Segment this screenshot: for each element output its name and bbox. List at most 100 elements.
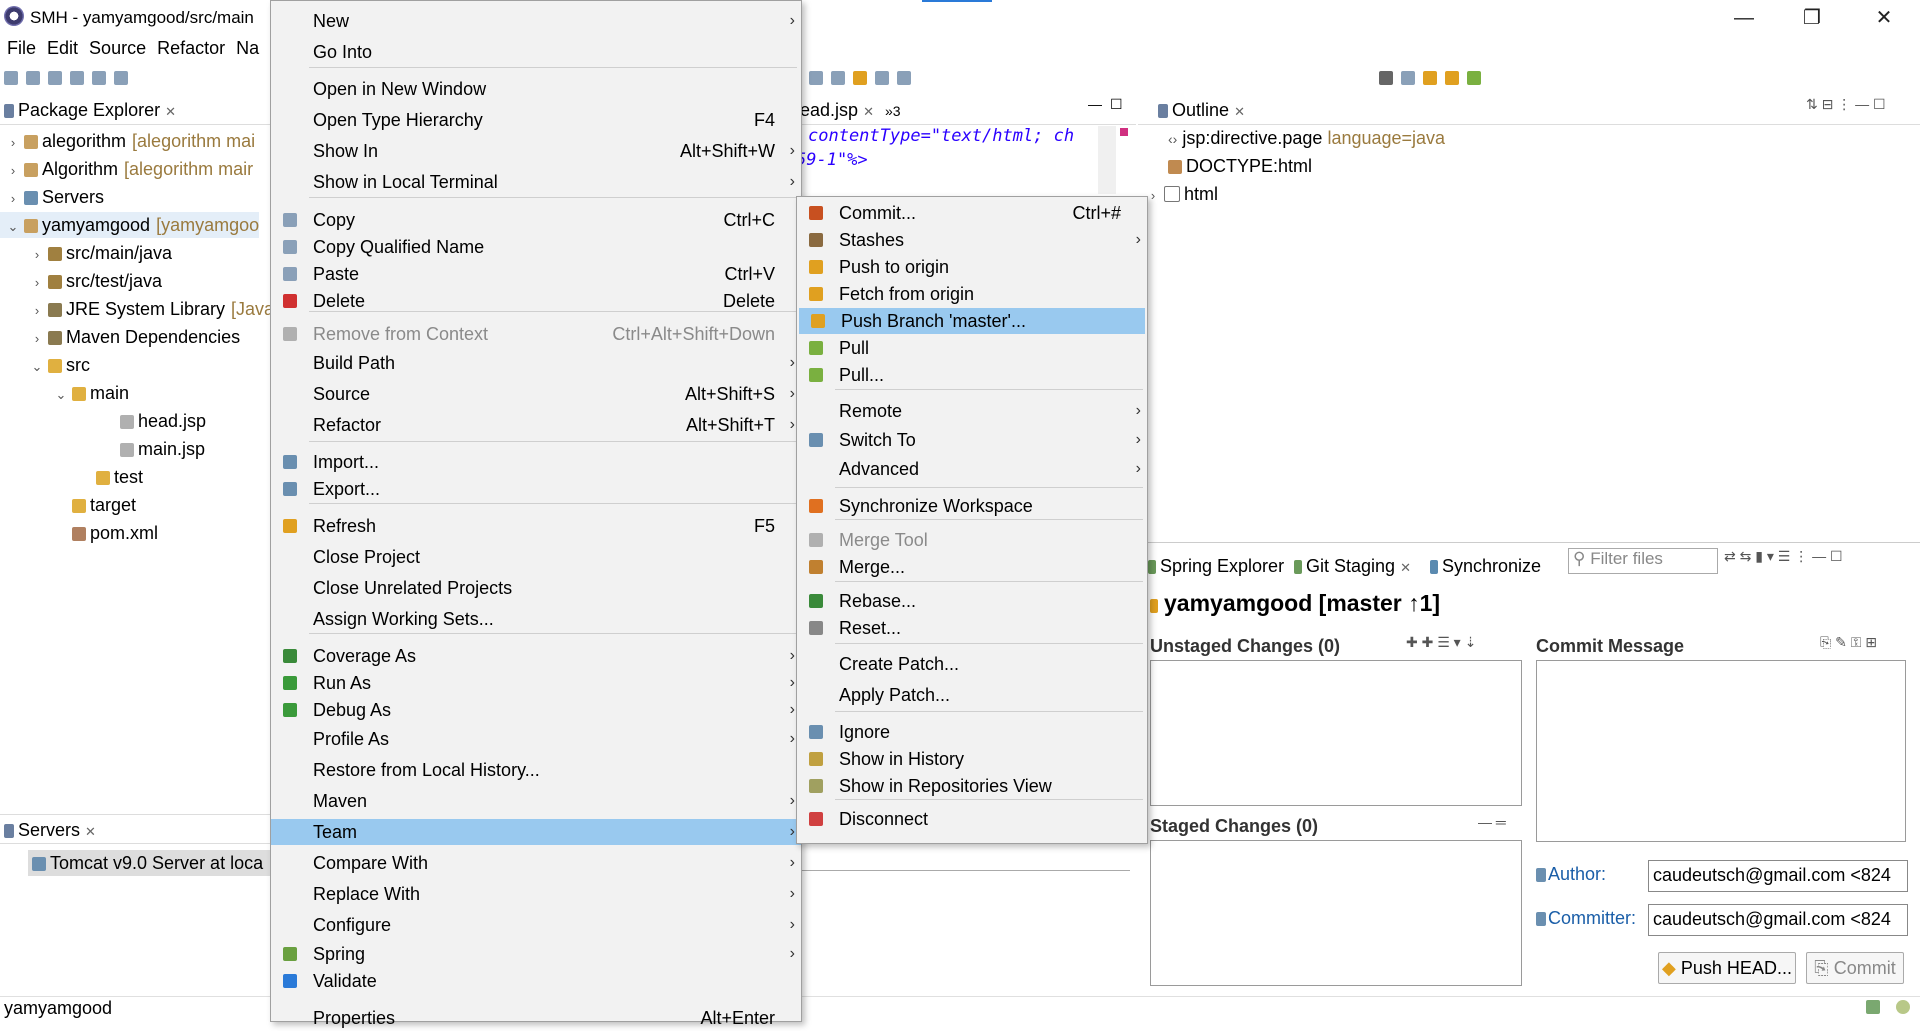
menu-item-remove-from-context[interactable]: Remove from Context Ctrl+Alt+Shift+Down (271, 321, 801, 347)
team-item-remote[interactable]: Remote › (797, 398, 1147, 424)
outline-item[interactable]: ‹› jsp:directive.page language=java (1168, 128, 1445, 149)
committer-field[interactable]: caudeutsch@gmail.com <824 (1648, 904, 1908, 936)
collapse-icon[interactable]: ⌄ (6, 214, 20, 240)
menu-file[interactable]: File (7, 38, 36, 59)
tab-outline[interactable]: Outline ✕ (1158, 100, 1245, 121)
maximize-view-icon[interactable]: ☐ (1110, 96, 1123, 113)
menu-item-source[interactable]: Source Alt+Shift+S › (271, 381, 801, 407)
debug-icon[interactable] (92, 71, 106, 85)
menu-edit[interactable]: Edit (47, 38, 78, 59)
tree-item[interactable]: › JRE System Library [Java (0, 296, 274, 322)
menu-item-spring[interactable]: Spring › (271, 941, 801, 967)
expand-icon[interactable]: › (30, 326, 44, 352)
menu-item-new[interactable]: New › (271, 8, 801, 34)
close-icon[interactable]: ✕ (165, 104, 176, 119)
tree-item[interactable]: test (0, 464, 143, 490)
tree-item[interactable]: head.jsp (0, 408, 206, 434)
tree-item[interactable]: › Maven Dependencies (0, 324, 240, 350)
menu-item-restore-from-local-history[interactable]: Restore from Local History... (271, 757, 801, 783)
tab-servers[interactable]: Servers ✕ (4, 820, 96, 841)
staged-changes-list[interactable] (1150, 840, 1522, 986)
team-item-fetch-from-origin[interactable]: Fetch from origin (797, 281, 1147, 307)
expand-icon[interactable]: › (6, 186, 20, 212)
menu-item-copy[interactable]: Copy Ctrl+C (271, 207, 801, 233)
prev-annotation-icon[interactable] (830, 71, 845, 85)
menu-item-maven[interactable]: Maven › (271, 788, 801, 814)
team-item-pull[interactable]: Pull... (797, 362, 1147, 388)
team-item-switch-to[interactable]: Switch To › (797, 427, 1147, 453)
collapse-icon[interactable]: ⌄ (54, 382, 68, 408)
team-item-advanced[interactable]: Advanced › (797, 456, 1147, 482)
menu-item-coverage-as[interactable]: Coverage As › (271, 643, 801, 669)
tab-synchronize[interactable]: Synchronize (1430, 556, 1541, 577)
team-item-ignore[interactable]: Ignore (797, 719, 1147, 745)
menu-navigate[interactable]: Na (236, 38, 259, 59)
close-icon[interactable]: ✕ (1234, 104, 1245, 119)
tree-item[interactable]: main.jsp (0, 436, 205, 462)
menu-item-assign-working-sets[interactable]: Assign Working Sets... (271, 606, 801, 632)
code-line-1[interactable]: contentType="text/html; ch (808, 126, 1074, 146)
team-item-push-to-origin[interactable]: Push to origin (797, 254, 1147, 280)
staged-toolbar[interactable]: — ═ (1478, 814, 1506, 830)
tree-item[interactable]: › Algorithm [alegorithm mair (0, 156, 253, 182)
tree-item[interactable]: › Servers (0, 184, 104, 210)
tree-item[interactable]: ⌄ yamyamgood [yamyamgoo (0, 212, 260, 240)
minimize-button[interactable]: — (1722, 4, 1766, 32)
menu-item-show-in[interactable]: Show In Alt+Shift+W › (271, 138, 801, 164)
tab-head-jsp[interactable]: ead.jsp ✕ »3 (800, 100, 901, 121)
close-icon[interactable]: ✕ (1400, 560, 1411, 575)
expand-icon[interactable]: › (30, 270, 44, 296)
menu-item-team[interactable]: Team › (271, 819, 801, 845)
tree-item[interactable]: target (0, 492, 136, 518)
menu-item-close-project[interactable]: Close Project (271, 544, 801, 570)
tree-item[interactable]: › src/main/java (0, 240, 172, 266)
tree-item[interactable]: › src/test/java (0, 268, 162, 294)
menu-source[interactable]: Source (89, 38, 146, 59)
close-icon[interactable]: ✕ (85, 824, 96, 839)
team-item-apply-patch[interactable]: Apply Patch... (797, 682, 1147, 708)
team-item-show-in-history[interactable]: Show in History (797, 746, 1147, 772)
author-field[interactable]: caudeutsch@gmail.com <824 (1648, 860, 1908, 892)
menu-refactor[interactable]: Refactor (157, 38, 225, 59)
more-tabs-button[interactable]: »3 (885, 103, 901, 119)
close-icon[interactable]: ✕ (863, 104, 874, 119)
team-item-rebase[interactable]: Rebase... (797, 588, 1147, 614)
close-button[interactable]: ✕ (1862, 4, 1906, 32)
outline-item[interactable]: › html (1146, 184, 1218, 205)
team-item-pull[interactable]: Pull (797, 335, 1147, 361)
expand-icon[interactable]: › (1146, 188, 1160, 203)
staging-toolbar[interactable]: ⇄ ⇆ ▮ ▾ ☰ ⋮ — ☐ (1724, 548, 1843, 565)
push-head-button[interactable]: ◆ Push HEAD... (1658, 952, 1796, 984)
overview-marker[interactable] (1120, 128, 1128, 136)
menu-item-run-as[interactable]: Run As › (271, 670, 801, 696)
tab-git-staging[interactable]: Git Staging ✕ (1294, 556, 1411, 577)
team-item-push-branch-master[interactable]: Push Branch 'master'... (799, 308, 1145, 334)
menu-item-configure[interactable]: Configure › (271, 912, 801, 938)
tips-icon[interactable] (1896, 1000, 1910, 1014)
team-item-synchronize-workspace[interactable]: Synchronize Workspace (797, 493, 1147, 519)
team-item-create-patch[interactable]: Create Patch... (797, 651, 1147, 677)
search-icon[interactable] (1379, 71, 1394, 85)
menu-item-paste[interactable]: Paste Ctrl+V (271, 261, 801, 287)
tab-package-explorer[interactable]: Package Explorer ✕ (4, 100, 176, 121)
expand-icon[interactable]: › (6, 130, 20, 156)
run-icon[interactable] (114, 71, 128, 85)
terminal-icon[interactable] (70, 71, 84, 85)
team-item-stashes[interactable]: Stashes › (797, 227, 1147, 253)
menu-item-copy-qualified-name[interactable]: Copy Qualified Name (271, 234, 801, 260)
menu-item-properties[interactable]: Properties Alt+Enter (271, 1005, 801, 1031)
team-item-merge-tool[interactable]: Merge Tool (797, 527, 1147, 553)
forward-icon[interactable] (874, 71, 889, 85)
outline-item[interactable]: DOCTYPE:html (1168, 156, 1312, 177)
menu-item-build-path[interactable]: Build Path › (271, 350, 801, 376)
team-item-commit[interactable]: Commit... Ctrl+# (797, 200, 1147, 226)
new-icon[interactable] (4, 71, 18, 85)
menu-item-debug-as[interactable]: Debug As › (271, 697, 801, 723)
menu-item-open-type-hierarchy[interactable]: Open Type Hierarchy F4 (271, 107, 801, 133)
menu-item-close-unrelated-projects[interactable]: Close Unrelated Projects (271, 575, 801, 601)
editor-scrollbar[interactable] (1098, 126, 1116, 194)
menu-item-validate[interactable]: Validate (271, 968, 801, 994)
progress-icon[interactable] (1866, 1000, 1880, 1014)
tree-item[interactable]: › alegorithm [alegorithm mai (0, 128, 255, 154)
server-row[interactable]: Tomcat v9.0 Server at loca (28, 850, 272, 876)
